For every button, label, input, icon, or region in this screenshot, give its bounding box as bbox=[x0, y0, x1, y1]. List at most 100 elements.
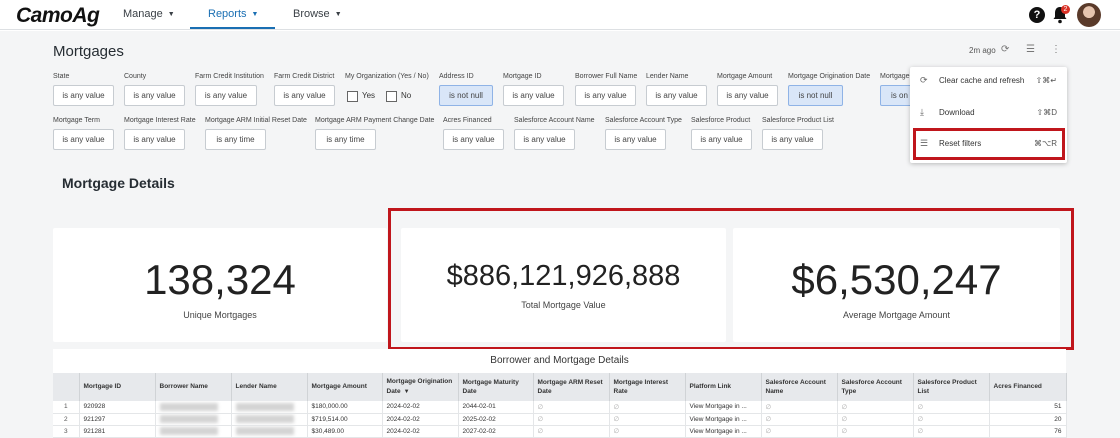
filter-lines-icon[interactable]: ☰ bbox=[1026, 44, 1035, 55]
download-icon: ⤓ bbox=[920, 106, 924, 117]
cell-platform-link[interactable]: View Mortgage in ... bbox=[685, 413, 762, 426]
column-header[interactable]: Borrower Name bbox=[155, 373, 232, 401]
column-header[interactable]: Salesforce Account Type bbox=[837, 373, 914, 401]
page-title: Mortgages bbox=[53, 43, 124, 60]
column-header[interactable]: Mortgage ID bbox=[79, 373, 156, 401]
filter-label-salesforce-account-type: Salesforce Account Type bbox=[605, 117, 682, 124]
checkbox-no-label: No bbox=[401, 91, 412, 100]
cell-interest-rate: ∅ bbox=[609, 401, 686, 414]
cell-borrower-name bbox=[155, 401, 232, 414]
filter-address-id[interactable]: is not null bbox=[439, 85, 493, 106]
menu-item-download[interactable]: ⤓ Download ⇧⌘D bbox=[910, 99, 1067, 125]
cell-borrower-name bbox=[155, 413, 232, 426]
checkbox-yes[interactable] bbox=[347, 91, 358, 102]
cell-interest-rate: ∅ bbox=[609, 413, 686, 426]
filter-label-my-organization: My Organization (Yes / No) bbox=[345, 73, 429, 80]
filter-borrower-full-name[interactable]: is any value bbox=[575, 85, 636, 106]
filter-salesforce-product[interactable]: is any value bbox=[691, 129, 752, 150]
avatar[interactable] bbox=[1077, 3, 1101, 27]
column-header[interactable]: Mortgage Interest Rate bbox=[609, 373, 686, 401]
refresh-icon[interactable]: ⟳ bbox=[1001, 44, 1009, 55]
row-number: 2 bbox=[53, 413, 80, 426]
table-row: 3 921281 $30,489.00 2024-02-02 2027-02-0… bbox=[53, 425, 1067, 438]
last-updated-text: 2m ago bbox=[969, 46, 996, 55]
cell-platform-link[interactable]: View Mortgage in ... bbox=[685, 401, 762, 414]
filter-arm-initial-reset-date[interactable]: is any time bbox=[205, 129, 266, 150]
help-icon[interactable]: ? bbox=[1029, 7, 1045, 23]
column-header-sorted[interactable]: Mortgage Origination Date ▼ bbox=[382, 373, 459, 401]
filter-label-mortgage-interest-rate: Mortgage Interest Rate bbox=[124, 117, 196, 124]
column-header[interactable]: Mortgage Amount bbox=[307, 373, 383, 401]
cell-sf-account-type: ∅ bbox=[837, 425, 914, 438]
filter-label-mortgage-amount: Mortgage Amount bbox=[717, 73, 773, 80]
more-vert-icon[interactable]: ⋮ bbox=[1051, 44, 1061, 55]
checkbox-no[interactable] bbox=[386, 91, 397, 102]
nav-browse[interactable]: Browse ▼ bbox=[293, 8, 342, 20]
column-header-label: Mortgage Origination Date bbox=[386, 378, 453, 395]
cell-sf-account-type: ∅ bbox=[837, 413, 914, 426]
table-row: 1 920928 $180,000.00 2024-02-02 2044-02-… bbox=[53, 401, 1067, 414]
row-number: 1 bbox=[53, 401, 80, 414]
menu-item-shortcut: ⇧⌘D bbox=[1036, 107, 1057, 117]
redacted-text bbox=[235, 427, 294, 435]
cell-maturity-date: 2025-02-02 bbox=[458, 413, 534, 426]
cell-maturity-date: 2027-02-02 bbox=[458, 425, 534, 438]
filter-label-farm-credit-district: Farm Credit District bbox=[274, 73, 335, 80]
column-header[interactable]: Mortgage Maturity Date bbox=[458, 373, 534, 401]
filter-label-county: County bbox=[124, 73, 147, 80]
menu-item-clear-cache[interactable]: ⟳ Clear cache and refresh ⇧⌘↵ bbox=[910, 67, 1067, 93]
filter-label-mortgage-id: Mortgage ID bbox=[503, 73, 542, 80]
cell-arm-reset-date: ∅ bbox=[533, 413, 610, 426]
kpi-label: Unique Mortgages bbox=[183, 310, 257, 320]
column-header[interactable]: Salesforce Product List bbox=[913, 373, 990, 401]
cell-acres-financed: 76 bbox=[989, 425, 1067, 438]
filter-mortgage-id[interactable]: is any value bbox=[503, 85, 564, 106]
filter-mortgage-amount[interactable]: is any value bbox=[717, 85, 778, 106]
filter-state[interactable]: is any value bbox=[53, 85, 114, 106]
filter-acres-financed[interactable]: is any value bbox=[443, 129, 504, 150]
filter-farm-credit-district[interactable]: is any value bbox=[274, 85, 335, 106]
filter-label-mortgage: Mortgage bbox=[880, 73, 910, 80]
column-header[interactable]: Platform Link bbox=[685, 373, 762, 401]
kpi-value: 138,324 bbox=[144, 256, 296, 303]
filter-salesforce-product-list[interactable]: is any value bbox=[762, 129, 823, 150]
filter-mortgage-origination-date[interactable]: is not null bbox=[788, 85, 843, 106]
filter-label-mortgage-origination-date: Mortgage Origination Date bbox=[788, 73, 871, 80]
filter-salesforce-account-type[interactable]: is any value bbox=[605, 129, 666, 150]
cell-origination-date: 2024-02-02 bbox=[382, 401, 459, 414]
cell-borrower-name bbox=[155, 425, 232, 438]
filter-salesforce-account-name[interactable]: is any value bbox=[514, 129, 575, 150]
filter-arm-payment-change-date[interactable]: is any time bbox=[315, 129, 376, 150]
cell-lender-name bbox=[231, 425, 308, 438]
refresh-icon: ⟳ bbox=[920, 74, 928, 85]
chevron-down-icon: ▼ bbox=[251, 10, 259, 18]
filter-county[interactable]: is any value bbox=[124, 85, 185, 106]
column-header[interactable]: Mortgage ARM Reset Date bbox=[533, 373, 610, 401]
cell-platform-link[interactable]: View Mortgage in ... bbox=[685, 425, 762, 438]
cell-lender-name bbox=[231, 413, 308, 426]
kpi-card-unique-mortgages: 138,324 Unique Mortgages bbox=[53, 228, 387, 342]
cell-mortgage-id: 920928 bbox=[79, 401, 156, 414]
redacted-text bbox=[159, 415, 218, 423]
app-logo[interactable]: CamoAg bbox=[16, 4, 100, 28]
cell-sf-product-list: ∅ bbox=[913, 401, 990, 414]
column-header[interactable]: Salesforce Account Name bbox=[761, 373, 838, 401]
filter-label-acres-financed: Acres Financed bbox=[443, 117, 492, 124]
filter-label-salesforce-product-list: Salesforce Product List bbox=[762, 117, 834, 124]
filter-mortgage-term[interactable]: is any value bbox=[53, 129, 114, 150]
download-highlight-box bbox=[913, 128, 1065, 160]
notification-badge: 2 bbox=[1061, 5, 1070, 14]
cell-arm-reset-date: ∅ bbox=[533, 401, 610, 414]
filter-farm-credit-institution[interactable]: is any value bbox=[195, 85, 257, 106]
redacted-text bbox=[159, 427, 218, 435]
redacted-text bbox=[235, 415, 294, 423]
filter-lender-name[interactable]: is any value bbox=[646, 85, 707, 106]
nav-reports[interactable]: Reports ▼ bbox=[208, 8, 258, 20]
filter-mortgage-interest-rate[interactable]: is any value bbox=[124, 129, 185, 150]
column-header[interactable]: Acres Financed bbox=[989, 373, 1067, 401]
kpi-highlight-box bbox=[388, 208, 1074, 350]
column-header[interactable]: Lender Name bbox=[231, 373, 308, 401]
filter-label-borrower-full-name: Borrower Full Name bbox=[575, 73, 638, 80]
filter-label-salesforce-product: Salesforce Product bbox=[691, 117, 751, 124]
nav-manage[interactable]: Manage ▼ bbox=[123, 8, 175, 20]
